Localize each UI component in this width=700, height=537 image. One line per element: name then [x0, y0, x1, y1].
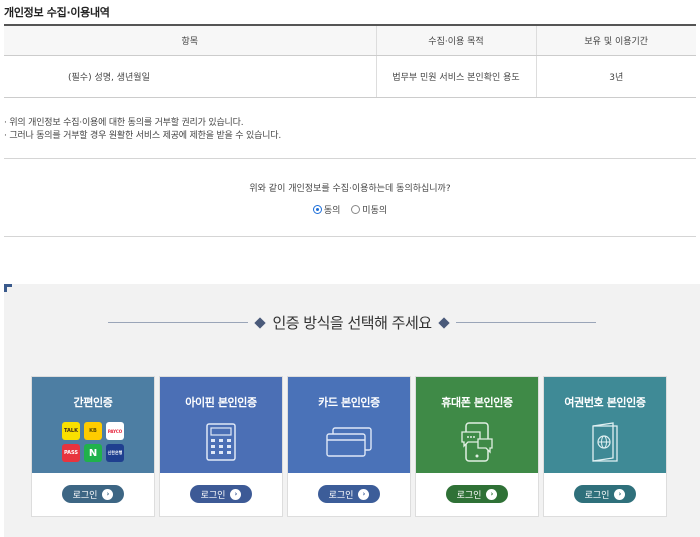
consent-radio-group: 동의 미동의	[0, 203, 700, 217]
card-header: 여권번호 본인인증	[544, 377, 666, 473]
card-title: 휴대폰 본인인증	[441, 396, 513, 409]
section-title: 개인정보 수집·이용내역	[4, 6, 110, 19]
table-row: (필수) 성명, 생년월일 법무부 민원 서비스 본인확인 용도 3년	[4, 55, 696, 98]
mobile-phone-icon	[416, 417, 538, 467]
divider	[4, 236, 696, 237]
shinhan-icon: 신한은행	[106, 444, 124, 462]
kb-icon: KB	[84, 422, 102, 440]
login-button[interactable]: 로그인 ›	[62, 485, 124, 503]
pass-icon: PASS	[62, 444, 80, 462]
corner-bracket-icon	[4, 284, 12, 292]
login-button[interactable]: 로그인 ›	[318, 485, 380, 503]
login-button[interactable]: 로그인 ›	[446, 485, 508, 503]
chevron-right-icon: ›	[358, 488, 370, 500]
login-button-label: 로그인	[456, 490, 482, 501]
cell-period: 3년	[535, 55, 696, 98]
login-button-label: 로그인	[72, 490, 98, 501]
chevron-right-icon: ›	[230, 488, 242, 500]
notice-line: · 위의 개인정보 수집·이용에 대한 동의를 거부할 권리가 있습니다.	[4, 118, 244, 128]
auth-card-credit[interactable]: 카드 본인인증 로그인 ›	[287, 376, 411, 517]
disagree-radio[interactable]: 미동의	[351, 203, 387, 216]
card-title: 아이핀 본인인증	[185, 396, 257, 409]
calculator-icon	[160, 417, 282, 467]
column-header-purpose: 수집·이용 목적	[375, 25, 536, 56]
simple-auth-logos: TALK KB PAYCO PASS N 신한은행	[32, 417, 154, 467]
payco-icon: PAYCO	[106, 422, 124, 440]
notice-line: · 그러나 동의를 거부할 경우 원활한 서비스 제공에 제한을 받을 수 있습…	[4, 131, 281, 141]
passport-icon	[544, 417, 666, 467]
consent-table: 항목 수집·이용 목적 보유 및 이용기간 (필수) 성명, 생년월일 법무부 …	[4, 24, 696, 98]
login-button-label: 로그인	[200, 490, 226, 501]
agree-radio[interactable]: 동의	[312, 203, 341, 216]
cell-item: (필수) 성명, 생년월일	[4, 55, 376, 98]
radio-selected-icon	[312, 205, 322, 214]
login-button[interactable]: 로그인 ›	[190, 485, 252, 503]
disagree-label: 미동의	[362, 206, 388, 216]
radio-unselected-icon	[351, 205, 361, 214]
login-button-label: 로그인	[328, 490, 354, 501]
divider	[4, 158, 696, 159]
card-title: 카드 본인인증	[318, 396, 380, 409]
auth-method-panel: 인증 방식을 선택해 주세요 간편인증 TALK KB PAYCO PASS N…	[4, 284, 700, 537]
column-header-period: 보유 및 이용기간	[535, 25, 696, 56]
card-title: 여권번호 본인인증	[564, 396, 646, 409]
cell-purpose: 법무부 민원 서비스 본인확인 용도	[375, 55, 536, 98]
diamond-icon	[254, 316, 267, 329]
consent-question: 위와 같이 개인정보를 수집·이용하는데 동의하십니까?	[249, 184, 451, 194]
card-header: 휴대폰 본인인증	[416, 377, 538, 473]
card-title: 간편인증	[73, 396, 113, 409]
column-header-item: 항목	[4, 25, 376, 56]
chevron-right-icon: ›	[102, 488, 114, 500]
card-header: 간편인증 TALK KB PAYCO PASS N 신한은행	[32, 377, 154, 473]
auth-card-passport[interactable]: 여권번호 본인인증 로그인 ›	[543, 376, 667, 517]
naver-icon: N	[84, 444, 102, 462]
card-header: 카드 본인인증	[288, 377, 410, 473]
table-header-row: 항목 수집·이용 목적 보유 및 이용기간	[4, 25, 696, 56]
credit-card-icon	[288, 417, 410, 467]
diamond-icon	[437, 316, 450, 329]
card-header: 아이핀 본인인증	[160, 377, 282, 473]
auth-card-simple[interactable]: 간편인증 TALK KB PAYCO PASS N 신한은행 로그인 ›	[31, 376, 155, 517]
chevron-right-icon: ›	[614, 488, 626, 500]
chevron-right-icon: ›	[486, 488, 498, 500]
auth-heading: 인증 방식을 선택해 주세요	[4, 312, 700, 333]
login-button[interactable]: 로그인 ›	[574, 485, 636, 503]
kakao-talk-icon: TALK	[62, 422, 80, 440]
auth-card-mobile[interactable]: 휴대폰 본인인증 로그인 ›	[415, 376, 539, 517]
agree-label: 동의	[323, 206, 341, 216]
login-button-label: 로그인	[584, 490, 610, 501]
notice-text: · 위의 개인정보 수집·이용에 대한 동의를 거부할 권리가 있습니다. · …	[4, 117, 281, 143]
auth-heading-text: 인증 방식을 선택해 주세요	[272, 314, 432, 332]
auth-card-ipin[interactable]: 아이핀 본인인증 로그인 ›	[159, 376, 283, 517]
